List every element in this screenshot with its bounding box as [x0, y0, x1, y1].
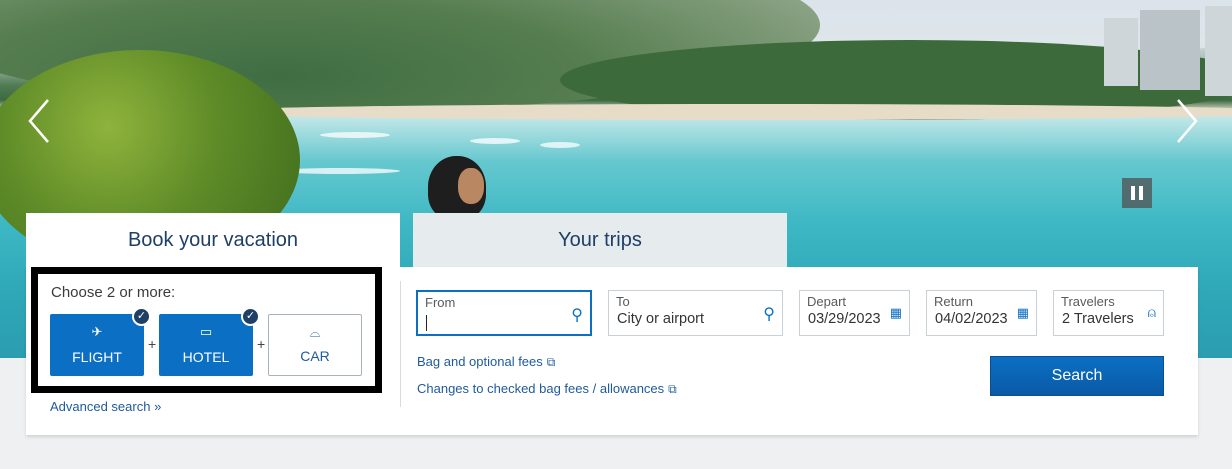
advanced-search-link[interactable]: Advanced search »: [50, 399, 161, 414]
travelers-value: 2 Travelers: [1062, 311, 1134, 327]
bag-fees-link[interactable]: Bag and optional fees ⧉: [417, 354, 555, 370]
hero-building: [1205, 6, 1232, 96]
checkmark-icon: ✓: [241, 307, 260, 326]
carousel-pause-button[interactable]: [1122, 178, 1152, 208]
tab-book-vacation[interactable]: Book your vacation: [26, 213, 400, 267]
product-label: CAR: [300, 348, 330, 364]
from-label: From: [425, 295, 456, 310]
plus-sign: +: [148, 336, 157, 352]
product-label: HOTEL: [182, 349, 230, 365]
travelers-field[interactable]: Travelers 2 Travelers ⍝: [1053, 290, 1164, 336]
product-selector: Choose 2 or more: ✈ FLIGHT ✓ + ▭ HOTEL ✓…: [31, 267, 382, 393]
tab-label: Book your vacation: [127, 228, 299, 251]
travelers-label: Travelers: [1061, 294, 1115, 309]
depart-label: Depart: [807, 294, 847, 309]
calendar-icon[interactable]: ▦: [890, 305, 902, 321]
to-field[interactable]: To City or airport ⚲: [608, 290, 783, 336]
search-icon[interactable]: ⚲: [763, 304, 775, 324]
pause-icon: [1131, 186, 1135, 200]
booking-panel: Choose 2 or more: ✈ FLIGHT ✓ + ▭ HOTEL ✓…: [26, 267, 1198, 435]
hero-wave: [540, 142, 580, 148]
depart-value: 03/29/2023: [808, 311, 881, 327]
hero-building: [1140, 10, 1200, 90]
plane-icon: ✈: [91, 324, 103, 339]
text-cursor: [426, 315, 427, 331]
tab-label: Your trips: [558, 228, 642, 251]
search-button[interactable]: Search: [990, 356, 1164, 396]
chevron-left-icon: [28, 99, 49, 143]
hero-beach: [200, 104, 1232, 120]
product-hotel-button[interactable]: ▭ HOTEL ✓: [159, 307, 260, 376]
return-date-field[interactable]: Return 04/02/2023 ▦: [926, 290, 1037, 336]
checkmark-icon: ✓: [132, 307, 151, 326]
depart-date-field[interactable]: Depart 03/29/2023 ▦: [799, 290, 910, 336]
external-link-icon: ⧉: [546, 355, 556, 369]
product-car-button[interactable]: ⌓ CAR: [268, 314, 362, 376]
product-label: FLIGHT: [72, 349, 122, 365]
return-value: 04/02/2023: [935, 311, 1008, 327]
bed-icon: ▭: [199, 324, 213, 339]
carousel-prev-button[interactable]: [26, 96, 54, 146]
bag-changes-label: Changes to checked bag fees / allowances: [417, 381, 665, 396]
return-label: Return: [934, 294, 974, 309]
product-flight-button[interactable]: ✈ FLIGHT ✓: [50, 307, 151, 376]
hero-building: [1104, 18, 1138, 86]
bag-fees-label: Bag and optional fees: [417, 354, 543, 369]
hero-wave: [470, 138, 520, 144]
hero-wave: [320, 132, 390, 138]
chevron-right-icon: [1177, 99, 1198, 143]
external-link-icon: ⧉: [668, 382, 677, 396]
person-icon[interactable]: ⍝: [1148, 304, 1156, 321]
to-label: To: [616, 294, 630, 309]
tab-your-trips[interactable]: Your trips: [413, 213, 787, 267]
from-field[interactable]: From ⚲: [416, 290, 592, 336]
car-icon: ⌓: [309, 325, 321, 340]
calendar-icon[interactable]: ▦: [1017, 305, 1029, 321]
bag-changes-link[interactable]: Changes to checked bag fees / allowances…: [417, 381, 677, 397]
hero-swimmer-face: [458, 168, 484, 204]
search-icon[interactable]: ⚲: [571, 305, 583, 325]
carousel-next-button[interactable]: [1172, 96, 1200, 146]
divider: [400, 281, 401, 407]
to-placeholder: City or airport: [617, 311, 705, 327]
pause-icon: [1139, 186, 1143, 200]
choose-label: Choose 2 or more:: [51, 284, 176, 301]
plus-sign: +: [257, 336, 266, 352]
